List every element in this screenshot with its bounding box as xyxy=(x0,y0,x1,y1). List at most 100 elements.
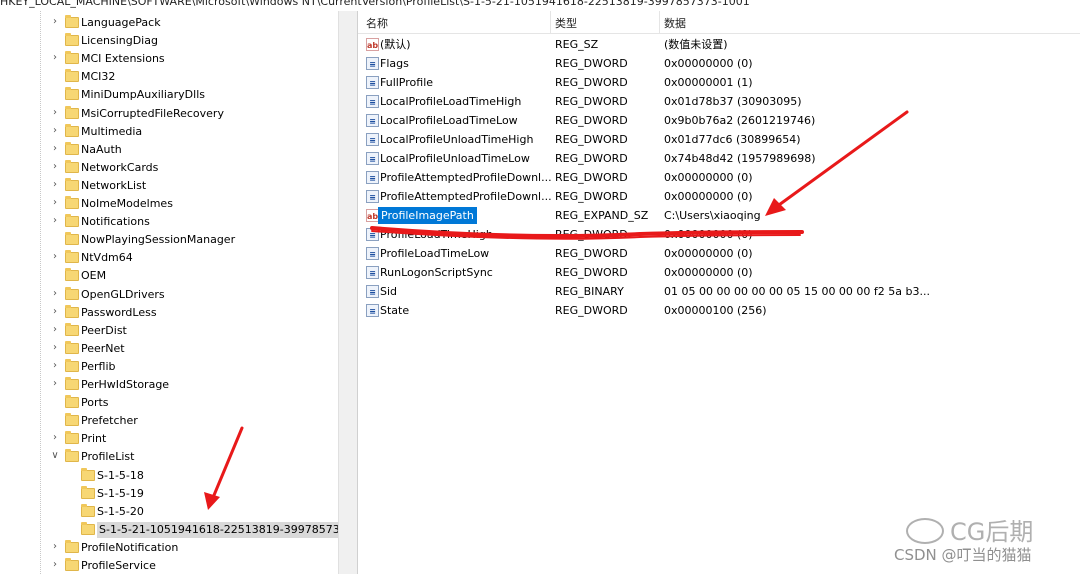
value-row[interactable]: ≡ Sid REG_BINARY 01 05 00 00 00 00 00 05 15… xyxy=(358,282,1080,301)
address-bar[interactable]: HKEY_LOCAL_MACHINE\SOFTWARE\Microsoft\Wi… xyxy=(0,0,1080,8)
tree-item[interactable]: › ProfileService xyxy=(0,557,338,574)
tree-item[interactable]: › ProfileNotification xyxy=(0,539,338,557)
tree-item[interactable]: › NaAuth xyxy=(0,141,338,159)
tree-item[interactable]: Prefetcher xyxy=(0,412,338,430)
value-type: REG_SZ xyxy=(555,38,599,51)
value-data: 0x9b0b76a2 (2601219746) xyxy=(664,114,816,127)
chevron-right-icon[interactable]: › xyxy=(50,432,60,444)
chevron-right-icon[interactable]: › xyxy=(50,251,60,263)
tree-item[interactable]: › PasswordLess xyxy=(0,304,338,322)
column-header-name[interactable]: 名称 xyxy=(366,15,388,31)
value-row[interactable]: ≡ LocalProfileLoadTimeHigh REG_DWORD 0x01d7… xyxy=(358,92,1080,111)
value-type: REG_EXPAND_SZ xyxy=(555,209,649,222)
value-row[interactable]: ≡ LocalProfileLoadTimeLow REG_DWORD 0x9b0b7… xyxy=(358,111,1080,130)
value-row[interactable]: ≡ ProfileLoadTimeLow REG_DWORD 0x00000000 (… xyxy=(358,244,1080,263)
tree-item[interactable]: Ports xyxy=(0,394,338,412)
tree-item[interactable]: S-1-5-18 xyxy=(0,467,338,485)
chevron-right-icon[interactable]: › xyxy=(50,215,60,227)
chevron-right-icon[interactable]: › xyxy=(50,143,60,155)
chevron-right-icon[interactable]: › xyxy=(50,179,60,191)
value-data: 0x01d78b37 (30903095) xyxy=(664,95,802,108)
binary-value-icon: ≡ xyxy=(366,285,379,298)
chevron-right-icon[interactable]: › xyxy=(50,378,60,390)
chevron-right-icon[interactable]: › xyxy=(50,16,60,28)
tree-item[interactable]: MiniDumpAuxiliaryDlls xyxy=(0,86,338,104)
column-header-type[interactable]: 类型 xyxy=(555,15,577,31)
value-row[interactable]: ≡ ProfileAttemptedProfileDownl... REG_DWOR… xyxy=(358,168,1080,187)
value-row[interactable]: ≡ Flags REG_DWORD 0x00000000 (0) xyxy=(358,54,1080,73)
tree-item[interactable]: S-1-5-21-1051941618-22513819-3997857373-… xyxy=(0,521,338,539)
tree-item[interactable]: › Multimedia xyxy=(0,123,338,141)
value-row[interactable]: ≡ LocalProfileUnloadTimeLow REG_DWORD 0x74b… xyxy=(358,149,1080,168)
tree-item[interactable]: › PeerDist xyxy=(0,322,338,340)
tree-item[interactable]: › NetworkList xyxy=(0,177,338,195)
chevron-right-icon[interactable]: › xyxy=(50,360,60,372)
tree-item[interactable]: OEM xyxy=(0,267,338,285)
chevron-right-icon[interactable]: › xyxy=(50,197,60,209)
binary-value-icon: ≡ xyxy=(366,190,379,203)
binary-value-icon: ≡ xyxy=(366,95,379,108)
value-row[interactable]: ab ProfileImagePath REG_EXPAND_SZ C:\Users\… xyxy=(358,206,1080,225)
pane-splitter[interactable] xyxy=(338,11,358,574)
tree-item-label: PasswordLess xyxy=(81,305,157,319)
folder-icon xyxy=(65,322,79,336)
tree-item[interactable]: › PerHwIdStorage xyxy=(0,376,338,394)
tree-item[interactable]: › PeerNet xyxy=(0,340,338,358)
chevron-down-icon[interactable]: ∨ xyxy=(50,450,60,462)
chevron-right-icon[interactable]: › xyxy=(50,288,60,300)
tree-item-label: ProfileNotification xyxy=(81,540,179,554)
value-data: 0x01d77dc6 (30899654) xyxy=(664,133,801,146)
tree-item[interactable]: › NtVdm64 xyxy=(0,249,338,267)
tree-item-label: LanguagePack xyxy=(81,16,161,29)
value-name: ProfileAttemptedProfileDownl... xyxy=(380,171,552,184)
tree-item-label: PeerDist xyxy=(81,323,127,337)
chevron-right-icon[interactable]: › xyxy=(50,306,60,318)
tree-item[interactable]: S-1-5-20 xyxy=(0,503,338,521)
tree-item[interactable]: › NoImeModelmes xyxy=(0,195,338,213)
value-name: ProfileAttemptedProfileDownl... xyxy=(380,190,552,203)
tree-item[interactable]: LicensingDiag xyxy=(0,32,338,50)
folder-icon xyxy=(65,177,79,191)
value-row[interactable]: ≡ State REG_DWORD 0x00000100 (256) xyxy=(358,301,1080,320)
value-row[interactable]: ≡ LocalProfileUnloadTimeHigh REG_DWORD 0x01… xyxy=(358,130,1080,149)
value-type: REG_DWORD xyxy=(555,95,628,108)
value-row[interactable]: ≡ ProfileLoadTimeHigh REG_DWORD 0x00000000 … xyxy=(358,225,1080,244)
value-row[interactable]: ≡ FullProfile REG_DWORD 0x00000001 (1) xyxy=(358,73,1080,92)
value-row[interactable]: ab (默认) REG_SZ (数值未设置) xyxy=(358,35,1080,54)
tree-item[interactable]: S-1-5-19 xyxy=(0,485,338,503)
tree-item-label: Notifications xyxy=(81,215,150,229)
tree-item[interactable]: › Notifications xyxy=(0,213,338,231)
value-name: ProfileLoadTimeHigh xyxy=(380,228,493,241)
tree-item[interactable]: › OpenGLDrivers xyxy=(0,286,338,304)
folder-icon xyxy=(65,15,79,28)
tree-item[interactable]: ∨ ProfileList xyxy=(0,448,338,466)
tree-item[interactable]: › Print xyxy=(0,430,338,448)
list-header: 名称 类型 数据 xyxy=(358,11,1080,34)
chevron-right-icon[interactable]: › xyxy=(50,342,60,354)
column-divider[interactable] xyxy=(550,11,551,33)
folder-icon xyxy=(65,51,79,65)
chevron-right-icon[interactable]: › xyxy=(50,125,60,137)
tree-item[interactable]: › MCI Extensions xyxy=(0,50,338,68)
value-type: REG_DWORD xyxy=(555,76,628,89)
value-type: REG_DWORD xyxy=(555,266,628,279)
chevron-right-icon[interactable]: › xyxy=(50,541,60,553)
value-row[interactable]: ≡ ProfileAttemptedProfileDownl... REG_DWOR… xyxy=(358,187,1080,206)
tree-item[interactable]: NowPlayingSessionManager xyxy=(0,231,338,249)
value-type: REG_DWORD xyxy=(555,133,628,146)
chevron-right-icon[interactable]: › xyxy=(50,559,60,571)
tree-item[interactable]: › NetworkCards xyxy=(0,159,338,177)
tree-item[interactable]: › LanguagePack xyxy=(0,14,338,32)
value-type: REG_DWORD xyxy=(555,190,628,203)
tree-item[interactable]: › Perflib xyxy=(0,358,338,376)
chevron-right-icon[interactable]: › xyxy=(50,107,60,119)
column-header-data[interactable]: 数据 xyxy=(664,15,686,31)
chevron-right-icon[interactable]: › xyxy=(50,161,60,173)
value-row[interactable]: ≡ RunLogonScriptSync REG_DWORD 0x00000000 (… xyxy=(358,263,1080,282)
tree-item[interactable]: › MsiCorruptedFileRecovery xyxy=(0,105,338,123)
tree-item[interactable]: MCI32 xyxy=(0,68,338,86)
column-divider[interactable] xyxy=(659,11,660,33)
chevron-right-icon[interactable]: › xyxy=(50,52,60,64)
chevron-right-icon[interactable]: › xyxy=(50,324,60,336)
folder-icon xyxy=(81,467,95,481)
